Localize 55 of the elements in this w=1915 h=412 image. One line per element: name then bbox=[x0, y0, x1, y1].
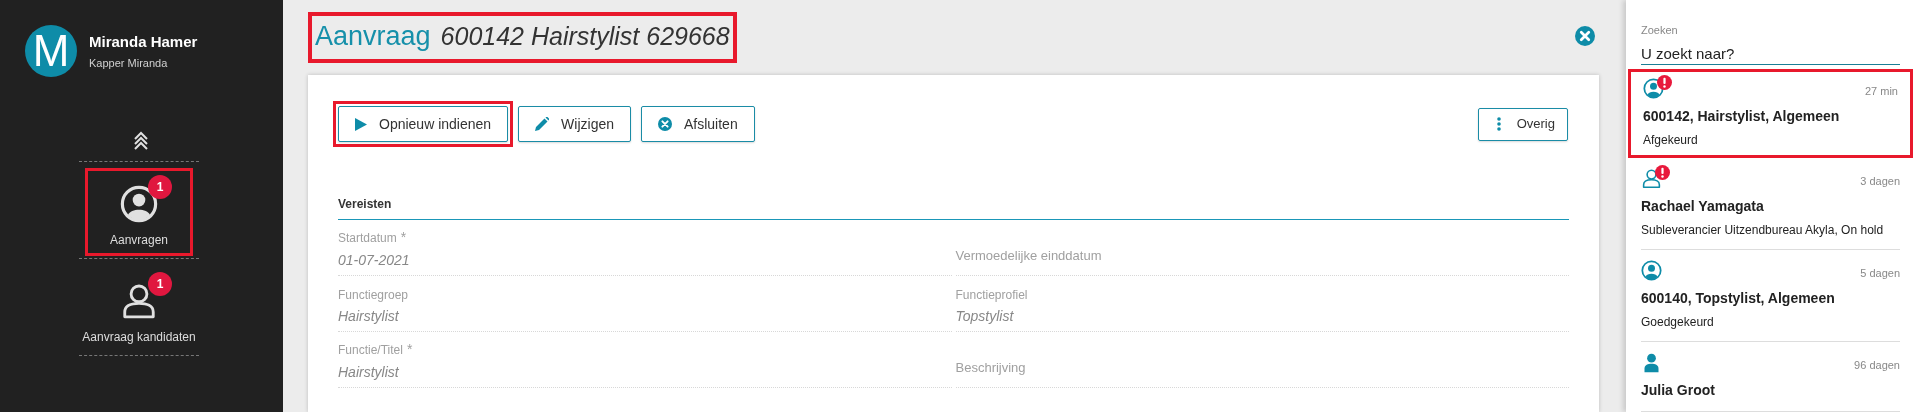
alert-icon bbox=[1657, 75, 1672, 90]
required-mark: * bbox=[400, 228, 407, 247]
user-icon bbox=[120, 185, 158, 223]
item-title: 600142, Hairstylist, Algemeen bbox=[1643, 107, 1841, 126]
more-button[interactable]: Overig bbox=[1477, 107, 1568, 141]
activity-item[interactable]: 96 dagen Julia Groot bbox=[1641, 342, 1900, 412]
field-label: Startdatum bbox=[338, 230, 397, 247]
time-text: 5 dagen bbox=[1860, 266, 1900, 281]
nav-label: Aanvraag kandidaten bbox=[82, 329, 196, 346]
toolbar-button[interactable]: Opnieuw indienen bbox=[333, 101, 514, 147]
time-text: 96 dagen bbox=[1854, 358, 1900, 373]
field-label: Functiegroep bbox=[338, 287, 409, 304]
play-icon bbox=[355, 117, 367, 131]
user-icon bbox=[1641, 168, 1662, 189]
close-icon bbox=[658, 117, 672, 131]
item-subtitle: Afgekeurd bbox=[1643, 132, 1699, 149]
close-icon[interactable] bbox=[1575, 25, 1595, 46]
nav-item[interactable]: 1 Aanvragen bbox=[85, 168, 193, 256]
user-name: Miranda Hamer bbox=[89, 31, 198, 52]
item-title: Rachael Yamagata bbox=[1641, 197, 1765, 216]
pencil-icon bbox=[535, 117, 550, 131]
collapse-icon[interactable] bbox=[132, 131, 149, 151]
field-value: 01-07-2021 bbox=[338, 251, 411, 270]
user-role: Kapper Miranda bbox=[89, 56, 169, 71]
time-text: 3 dagen bbox=[1860, 174, 1900, 189]
field-label: Functieprofiel bbox=[955, 287, 1028, 304]
title-label: Aanvraag bbox=[315, 20, 431, 54]
field-value: Topstylist bbox=[955, 307, 1015, 326]
search-label: Zoeken bbox=[1641, 23, 1679, 38]
user-icon bbox=[1643, 78, 1664, 99]
time-text: 27 min bbox=[1864, 84, 1898, 99]
title-text: 600142 Hairstylist 629668 bbox=[440, 21, 730, 53]
user-icon bbox=[120, 282, 158, 320]
item-subtitle: Goedgekeurd bbox=[1641, 314, 1715, 331]
section-title: Vereisten bbox=[338, 195, 1569, 220]
notification-badge: 1 bbox=[148, 272, 172, 296]
alert-icon bbox=[1655, 165, 1670, 180]
search-field[interactable]: U zoekt naar? bbox=[1641, 42, 1900, 65]
activity-item[interactable]: 3 dagen Rachael Yamagata Subleverancier Uitzendbureau Akyla, On hold bbox=[1641, 158, 1900, 250]
field-label: Vermoedelijke einddatum bbox=[955, 246, 1102, 265]
activity-item[interactable]: 27 min 600142, Hairstylist, Algemeen Afgekeurd bbox=[1628, 69, 1913, 158]
field-value: Hairstylist bbox=[338, 363, 400, 382]
activity-item[interactable]: 5 dagen 600140, Topstylist, Algemeen Goedgekeurd bbox=[1641, 250, 1900, 342]
field-value: Hairstylist bbox=[338, 307, 400, 326]
field-label: Functie/Titel bbox=[338, 342, 403, 359]
item-title: Julia Groot bbox=[1641, 381, 1716, 400]
required-mark: * bbox=[406, 340, 413, 359]
item-title: 600140, Topstylist, Algemeen bbox=[1641, 289, 1836, 308]
avatar: M bbox=[25, 25, 77, 77]
field-label: Beschrijving bbox=[955, 358, 1026, 377]
nav-label: Aanvragen bbox=[109, 232, 168, 249]
more-icon bbox=[1496, 117, 1501, 131]
item-subtitle: Subleverancier Uitzendbureau Akyla, On hold bbox=[1641, 222, 1885, 239]
user-icon bbox=[1641, 260, 1662, 281]
notification-badge: 1 bbox=[148, 175, 172, 199]
